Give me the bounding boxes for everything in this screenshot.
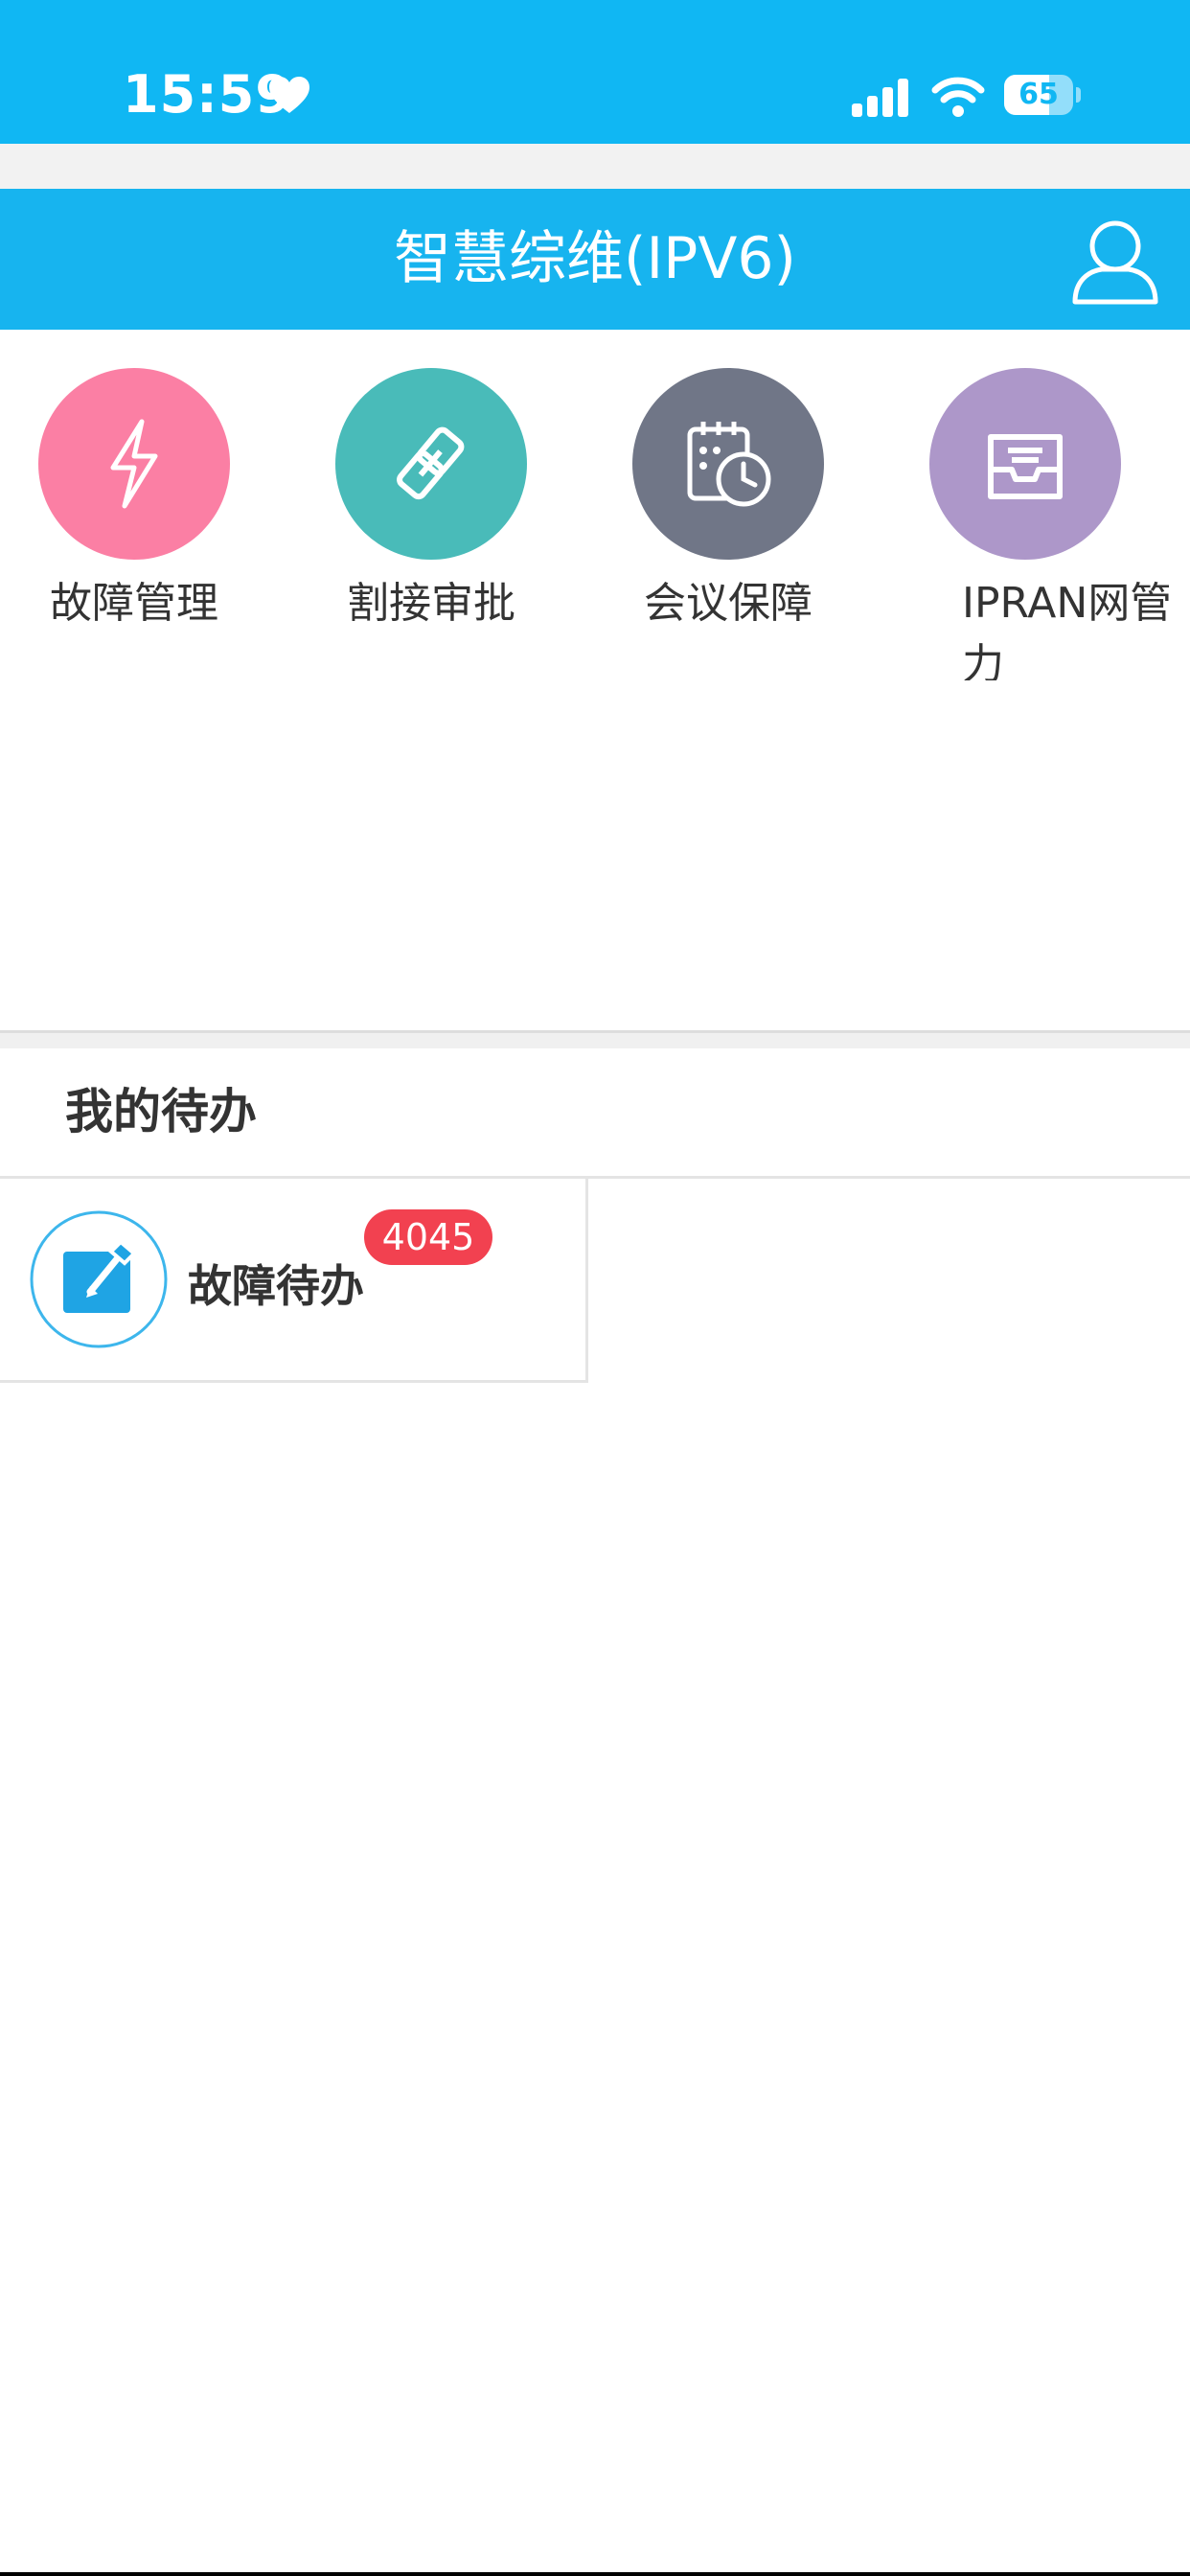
- status-bar: 15:59 65: [0, 0, 1190, 144]
- todo-count-badge: 4045: [364, 1209, 492, 1265]
- signal-icon: [852, 77, 911, 117]
- app-header: 智慧综维(IPV6): [0, 189, 1190, 330]
- todo-item-label: 故障待办: [188, 1260, 364, 1312]
- quick-action-label: 故障管理: [50, 579, 218, 628]
- section-divider-fill: [0, 1033, 1190, 1048]
- inbox-icon: [988, 434, 1063, 499]
- quick-action-ipran[interactable]: IPRAN网管能力: [881, 364, 1169, 680]
- lightning-icon: [110, 419, 158, 509]
- battery-level: 65: [1018, 78, 1059, 111]
- header-gap: [0, 144, 1190, 189]
- quick-action-icon-bg: [335, 368, 527, 560]
- link-icon: [397, 426, 465, 500]
- quick-action-icon-bg: [632, 368, 824, 560]
- quick-action-meeting-support[interactable]: 会议保障: [584, 364, 872, 680]
- quick-action-label: 会议保障: [644, 579, 812, 628]
- todo-section-title: 我的待办: [65, 1084, 257, 1139]
- battery-icon: 65: [1004, 75, 1083, 115]
- screen-bottom-edge: [0, 2572, 1190, 2576]
- quick-action-label: IPRAN网管能力: [962, 579, 1169, 680]
- app-title: 智慧综维(IPV6): [394, 225, 796, 292]
- edit-icon: [29, 1209, 169, 1349]
- calendar-clock-icon: [687, 422, 771, 507]
- heart-icon: [267, 75, 311, 115]
- quick-action-label: 割接审批: [347, 579, 515, 628]
- quick-action-icon-bg: [929, 368, 1121, 560]
- wifi-icon: [931, 75, 985, 117]
- todo-item-fault[interactable]: 故障待办 4045: [0, 1179, 588, 1383]
- user-icon[interactable]: [1069, 218, 1161, 310]
- quick-action-icon-bg: [38, 368, 230, 560]
- quick-action-cutover-approval[interactable]: 割接审批: [287, 364, 575, 680]
- quick-action-fault-management[interactable]: 故障管理: [0, 364, 278, 680]
